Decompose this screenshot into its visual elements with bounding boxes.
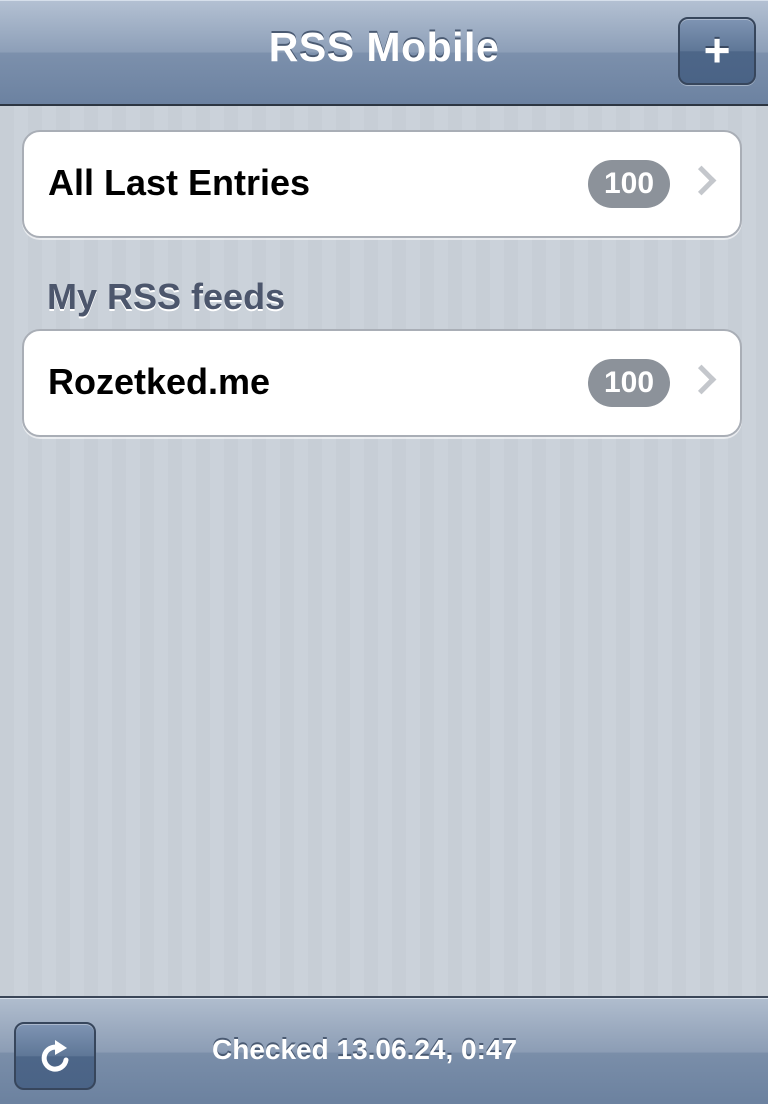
feed-label: Rozetked.me [48,361,271,402]
page-title: RSS Mobile [268,24,500,70]
unread-count-badge: 100 [588,160,670,208]
navigation-bar: RSS Mobile + [0,0,768,106]
row-label: All Last Entries [48,162,311,203]
refresh-button[interactable] [14,1022,96,1090]
refresh-icon [41,1040,69,1072]
last-checked-status: Checked 13.06.24, 0:47 [212,1034,518,1065]
chevron-right-icon [686,364,717,395]
plus-icon: + [703,24,731,76]
unread-count-badge: 100 [588,359,670,407]
chevron-right-icon [686,165,717,196]
feed-row-rozetked[interactable]: Rozetked.me 100 [22,329,742,437]
add-feed-button[interactable]: + [678,17,756,85]
section-header-my-rss-feeds: My RSS feeds [47,276,286,317]
all-last-entries-row[interactable]: All Last Entries 100 [22,130,742,238]
bottom-toolbar: Checked 13.06.24, 0:47 [0,996,768,1104]
